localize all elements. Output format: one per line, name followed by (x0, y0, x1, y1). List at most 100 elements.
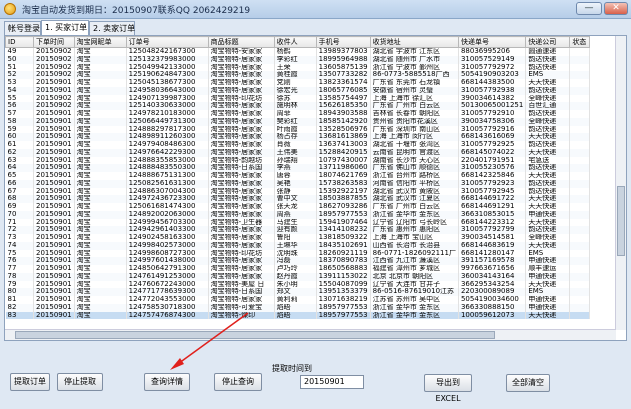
table-row[interactable]: 74 20150901 淘宝 124998402573000 淘宝物特-居家家 王琳华 18… (5, 241, 591, 250)
table-cell: 20150901 (33, 203, 75, 211)
table-cell: 辽宁省 辽阳市 弓长岭区 (370, 218, 459, 227)
table-cell: 韵达快递 (525, 226, 571, 234)
table-row[interactable]: 57 20150901 淘宝 124978210183000 淘宝物特-居家家 周菲 189… (5, 110, 591, 118)
horizontal-scrollbar[interactable] (5, 329, 616, 340)
column-header[interactable]: 收件人 (273, 36, 317, 48)
table-row[interactable]: 67 20150901 淘宝 124886307004300 淘宝物特-居家家 张静 153… (5, 187, 591, 196)
table-row[interactable]: 81 20150901 淘宝 124772043553000 淘宝物特-居家家 黄利莉 13… (5, 296, 591, 304)
vertical-scrollbar[interactable] (615, 36, 626, 330)
table-cell: 310057792799 (458, 226, 527, 234)
column-header[interactable]: 淘宝网昵单 (73, 36, 127, 48)
query-details-button[interactable]: 查询详情 (144, 373, 190, 391)
fetch-orders-button[interactable]: 提取订单 (10, 373, 50, 391)
column-header[interactable]: 商品标题 (207, 36, 275, 48)
table-cell (569, 265, 591, 273)
table-cell: 73 (5, 234, 34, 242)
table-row[interactable]: 68 20150901 淘宝 124972436723300 淘宝物特-居家家 曹中文 18… (5, 195, 591, 203)
table-row[interactable]: 64 20150901 淘宝 124888483550300 淘宝物特-日系国 李燕 137… (5, 164, 591, 172)
export-excel-button[interactable]: 导出到EXCEL (424, 374, 472, 403)
horizontal-scroll-thumb[interactable] (15, 331, 495, 339)
table-cell: 124757476874300 (126, 311, 209, 320)
column-header[interactable]: 订单号 (125, 36, 209, 48)
table-row[interactable]: 54 20150901 淘宝 124958036643000 淘宝物特-居家家 徐宏光 18… (5, 86, 591, 95)
table-row[interactable]: 80 20150901 淘宝 124771778639300 淘宝物特-日系国 郑文 139… (5, 288, 591, 296)
stop-fetch-button[interactable]: 停止提取 (57, 373, 103, 391)
table-row[interactable]: 61 20150901 淘宝 124979408486300 淘宝物特-居家家 肖薇 136… (5, 141, 591, 149)
table-cell: 62 (5, 148, 34, 157)
table-cell: 唐蓉 (274, 172, 317, 180)
table-cell: 樊彩红 (274, 117, 317, 126)
table-cell: 天天快递 (525, 241, 571, 250)
column-header[interactable]: 状态 (569, 36, 591, 48)
table-row[interactable]: 58 20150901 淘宝 125066449731300 淘宝物特-居家家 樊彩红 18… (5, 117, 591, 126)
column-header[interactable]: 下单时间 (33, 36, 75, 48)
table-cell: 125061681474300 (126, 203, 209, 211)
column-header[interactable]: 手机号 (315, 36, 371, 48)
table-cell: 广东省 惠州市 惠阳区 (370, 226, 459, 234)
table-row[interactable]: 75 20150901 淘宝 124998608727300 淘宝物特-印花坊 沈明珠 18… (5, 249, 591, 258)
column-header[interactable]: ID (5, 36, 34, 48)
table-cell: 淘宝物特-居家家 (208, 141, 275, 149)
table-row[interactable]: 49 20150902 淘宝 125048242167300 淘宝物特-安家家 杨鹤 139… (5, 47, 591, 56)
table-cell: 淘宝 (74, 125, 127, 134)
table-row[interactable]: 50 20150902 淘宝 125132379983000 淘宝物特-居家家 李彩红 18… (5, 55, 591, 64)
table-cell: 220300089089 (458, 288, 527, 296)
table-cell (569, 311, 591, 320)
table-row[interactable]: 82 20150901 淘宝 124758530718300 淘宝物特-可爱宝 焰晤 189… (5, 303, 591, 312)
table-cell: 申通快递 (525, 296, 571, 304)
table-cell: 施明林 (274, 102, 317, 110)
table-row[interactable]: 63 20150901 淘宝 124888355853000 淘宝物特-韵越坊 孙瑞翔 10… (5, 156, 591, 165)
table-cell: 18957977553 (316, 311, 371, 320)
table-row[interactable]: 77 20150901 淘宝 124850642791300 淘宝物特-居家家 卢巧玲 18… (5, 265, 591, 273)
table-row[interactable]: 60 20150901 淘宝 124898911260300 淘宝物特-居家家 杨占存 13… (5, 133, 591, 141)
table-row[interactable]: 59 20150901 淘宝 124888297817300 淘宝物特-居家家 叶雨霞 13… (5, 125, 591, 134)
tab-account-login[interactable]: 帐号登录 (4, 21, 41, 35)
column-header[interactable]: 快递单号 (457, 36, 527, 48)
table-cell (569, 195, 591, 203)
column-header[interactable]: 快递公司 (525, 36, 571, 48)
table-row[interactable]: 79 20150901 淘宝 124760672243000 淘宝物特-美屋 日朱小明 1… (5, 280, 591, 289)
table-cell: 64 (5, 164, 34, 172)
table-cell: 668144691291 (458, 203, 527, 211)
orders-grid[interactable]: ID 下单时间 淘宝网昵单 订单号 商品标题 收件人 手机号 收货地址 快递单号 快递公司 状态 4… (4, 35, 627, 341)
minimize-button[interactable]: — (576, 2, 602, 15)
table-row[interactable]: 53 20150901 淘宝 125045138677300 淘宝物特-居家家 党刚 138… (5, 79, 591, 87)
table-row[interactable]: 76 20150901 淘宝 124997601438000 淘宝物特-居家家 冯磊 183… (5, 257, 591, 265)
table-cell: 83 (5, 311, 34, 320)
tab-seller-orders[interactable]: 2. 卖家订单 (89, 21, 135, 35)
table-row[interactable]: 83 20150901 淘宝 124757476874300 淘宝物特-燥印 焰晤 1895… (5, 311, 591, 320)
table-row[interactable]: 62 20150901 淘宝 124976642229300 淘宝物特-居家家 王伟美 15… (5, 148, 591, 157)
clear-all-button[interactable]: 全部清空 (506, 374, 550, 392)
stop-query-button[interactable]: 停止查询 (214, 373, 262, 391)
table-row[interactable]: 72 20150901 淘宝 124942961403300 淘宝物特-居家家 迎有颜 13… (5, 226, 591, 234)
table-cell: 淘宝 (74, 303, 127, 312)
table-row[interactable]: 70 20150901 淘宝 124892002063000 淘宝物特-居家家 周燕 189… (5, 210, 591, 219)
table-row[interactable]: 51 20150902 淘宝 125049942133000 淘宝物特-居家家 王荣 136… (5, 63, 591, 72)
table-row[interactable]: 69 20150901 淘宝 125061681474300 淘宝物特-居家家 张天龙 18… (5, 203, 591, 211)
table-cell: 310057792938 (458, 86, 527, 95)
table-row[interactable]: 56 20150902 淘宝 125140330633000 淘宝物特-居家家 施明林 15… (5, 102, 591, 110)
fetch-time-input[interactable]: 20150901 (300, 375, 364, 389)
tab-buyer-orders[interactable]: 1. 买家订单 (41, 20, 89, 35)
table-cell: 58 (5, 117, 34, 126)
table-row[interactable]: 65 20150901 淘宝 124888675131300 淘宝物特-居家家 唐蓉 180… (5, 172, 591, 180)
table-cell: 韵达快递 (525, 187, 571, 196)
table-cell: 党刚 (274, 79, 317, 87)
table-cell: 668145074022 (458, 148, 527, 157)
table-row[interactable]: 71 20150901 淘宝 124999456703300 淘宝物特-卫生器 马建生 15… (5, 218, 591, 227)
table-cell: 全峰快递 (525, 117, 571, 126)
table-cell: 淘宝 (74, 110, 127, 118)
close-button[interactable]: ✕ (604, 2, 628, 15)
table-cell: 上海 上海市 闵行区 (370, 133, 459, 141)
table-row[interactable]: 66 20150901 淘宝 125082561631300 淘宝物特-居家家 吴艳 157… (5, 179, 591, 188)
table-row[interactable]: 78 20150901 淘宝 124761491253000 淘宝物特-居家家 赵丹霞 13… (5, 272, 591, 281)
table-row[interactable]: 55 20150902 淘宝 124907139987300 淘宝物特-印花坊 徐苏 135… (5, 94, 591, 103)
table-row[interactable]: 73 20150901 淘宝 124902458163300 淘宝物特-居家家 鲁阳 138… (5, 234, 591, 242)
vertical-scroll-thumb[interactable] (617, 186, 625, 256)
table-cell: 124942961403300 (126, 226, 209, 234)
table-row[interactable]: 52 20150902 淘宝 125190624847300 淘宝物特-居家家 黄桂霞 13… (5, 71, 591, 79)
table-cell: 淘宝 (74, 218, 127, 227)
table-cell: 55 (5, 94, 34, 103)
column-header[interactable]: 收货地址 (369, 36, 459, 48)
table-cell: 迎有颜 (274, 226, 317, 234)
